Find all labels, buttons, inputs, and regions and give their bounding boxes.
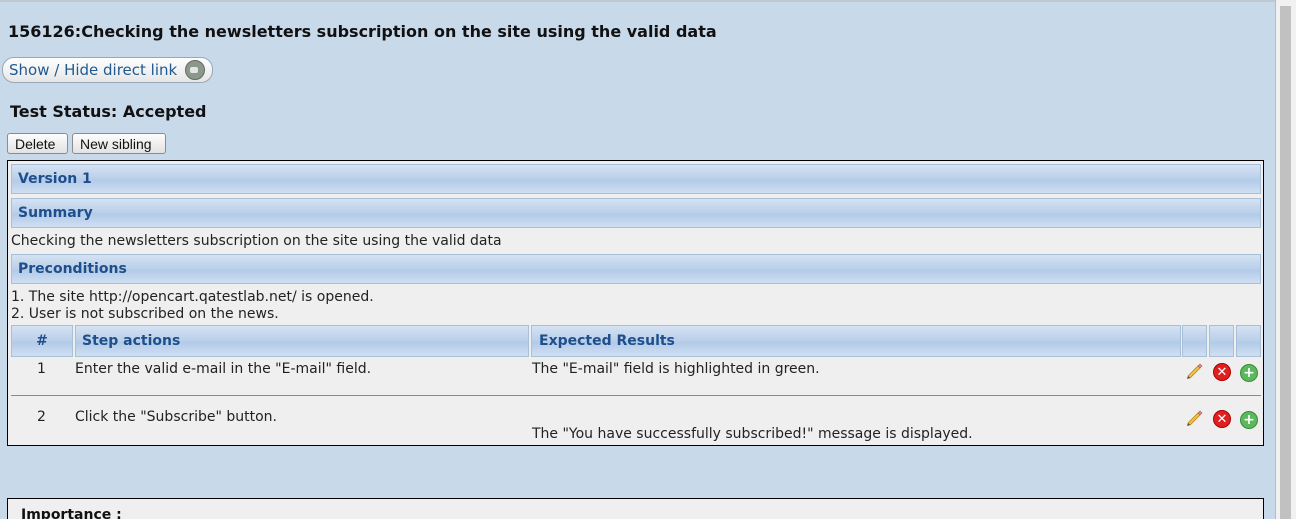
step-expected-result: The "You have successfully subscribed!" … (532, 426, 973, 442)
column-header-edit (1182, 325, 1207, 357)
scrollbar-thumb[interactable] (1280, 6, 1291, 519)
summary-text: Checking the newsletters subscription on… (11, 233, 502, 249)
add-icon[interactable]: + (1240, 411, 1258, 429)
step-action: Click the "Subscribe" button. (75, 409, 277, 425)
column-header-step-actions: Step actions (75, 325, 529, 357)
precondition-2: 2. User is not subscribed on the news. (11, 306, 279, 322)
pencil-icon[interactable] (1185, 410, 1203, 428)
test-status: Test Status: Accepted (10, 102, 207, 121)
preconditions-header: Preconditions (11, 254, 1261, 284)
add-icon[interactable]: + (1240, 364, 1258, 382)
show-hide-direct-link-button[interactable]: Show / Hide direct link (2, 57, 213, 83)
test-spec-panel: Version 1 Summary Checking the newslette… (7, 160, 1264, 446)
step-number: 2 (37, 409, 46, 425)
column-header-number: # (11, 325, 73, 357)
summary-header: Summary (11, 198, 1261, 228)
step-number: 1 (37, 361, 46, 377)
delete-icon[interactable]: ✕ (1213, 410, 1231, 428)
new-sibling-button[interactable]: New sibling (72, 133, 166, 154)
importance-label: Importance : (21, 507, 122, 519)
pencil-icon[interactable] (1185, 363, 1203, 381)
link-icon (185, 60, 206, 80)
step-action: Enter the valid e-mail in the "E-mail" f… (75, 361, 372, 377)
delete-button[interactable]: Delete (7, 133, 68, 154)
row-divider (11, 395, 1261, 396)
column-header-expected-results: Expected Results (531, 325, 1181, 357)
step-expected-result: The "E-mail" field is highlighted in gre… (532, 361, 820, 377)
delete-icon[interactable]: ✕ (1213, 363, 1231, 381)
precondition-1: 1. The site http://opencart.qatestlab.ne… (11, 289, 374, 305)
column-header-delete (1209, 325, 1234, 357)
column-header-add (1236, 325, 1261, 357)
direct-link-label: Show / Hide direct link (9, 61, 178, 79)
version-header: Version 1 (11, 164, 1261, 194)
top-border (0, 0, 1275, 2)
importance-panel: Importance : (7, 498, 1264, 519)
test-case-page: 156126:Checking the newsletters subscrip… (0, 0, 1275, 519)
page-title: 156126:Checking the newsletters subscrip… (8, 22, 717, 41)
